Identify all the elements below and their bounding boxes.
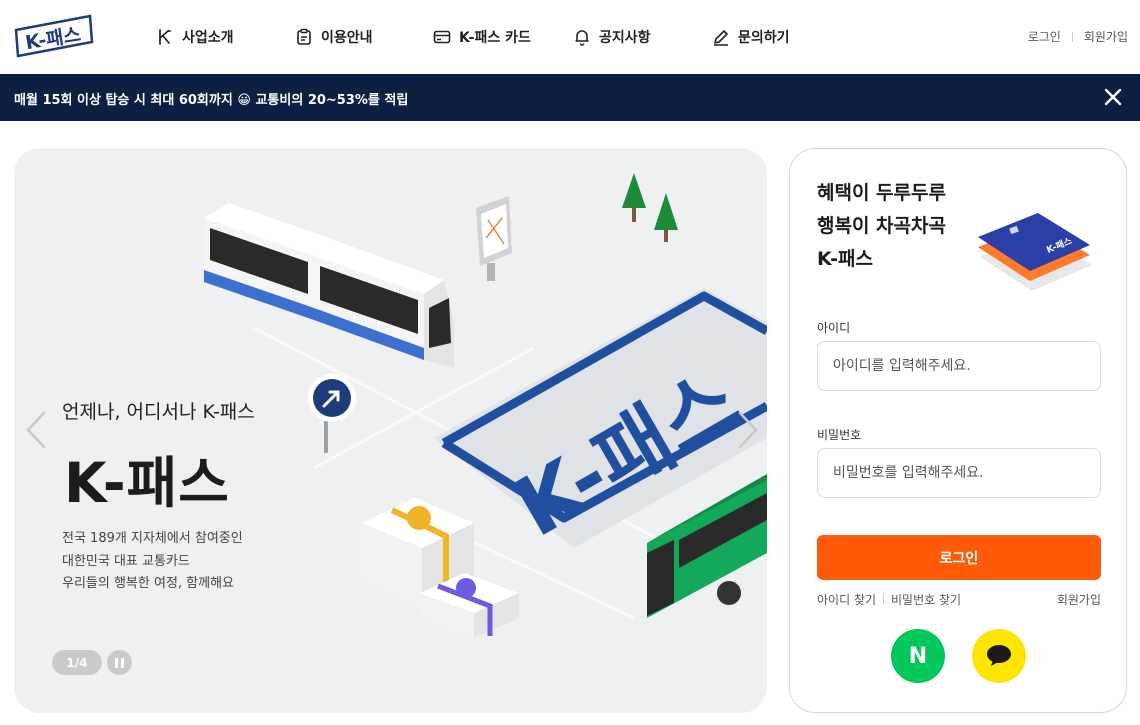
pause-button[interactable] bbox=[107, 650, 132, 675]
map-kiosk-illustration bbox=[476, 196, 512, 281]
signup-link[interactable]: 회원가입 bbox=[1057, 591, 1101, 608]
find-id-link[interactable]: 아이디 찾기 bbox=[817, 593, 876, 607]
divider bbox=[1071, 31, 1073, 42]
card-icon bbox=[433, 30, 451, 44]
nav-guide[interactable]: 이용안내 bbox=[295, 24, 373, 50]
find-password-link[interactable]: 비밀번호 찾기 bbox=[891, 593, 961, 607]
password-label: 비밀번호 bbox=[817, 428, 862, 442]
utility-links: 로그인 회원가입 bbox=[1028, 28, 1128, 45]
naver-icon: N bbox=[908, 643, 928, 669]
bell-icon bbox=[575, 30, 589, 46]
hero-subtitle: 언제나, 어디서나 K-패스 bbox=[62, 401, 255, 423]
nav-guide-label: 이용안내 bbox=[321, 30, 373, 46]
kakao-chat-icon bbox=[987, 645, 1011, 666]
nav-about[interactable]: 사업소개 bbox=[156, 24, 234, 50]
nav-inquiry-label: 문의하기 bbox=[738, 30, 790, 46]
nav-card[interactable]: K-패스 카드 bbox=[433, 24, 531, 50]
promo-line: 행복이 차곡차곡 bbox=[817, 215, 946, 237]
nav-card-label: K-패스 카드 bbox=[459, 30, 531, 46]
promo-line: 혜택이 두루두루 bbox=[817, 182, 946, 204]
promo-banner: 매월 15회 이상 탑승 시 최대 60회까지 😀 교통비의 20~53%를 적… bbox=[0, 74, 1140, 121]
site-header: K-패스 사업소개 이용안내 K-패스 카드 공지사항 문의하기 로그인 회원가… bbox=[0, 0, 1140, 74]
nav-notice[interactable]: 공지사항 bbox=[573, 24, 651, 50]
id-label: 아이디 bbox=[817, 321, 851, 335]
header-signup-link[interactable]: 회원가입 bbox=[1084, 28, 1128, 45]
promo-line: K-패스 bbox=[817, 248, 873, 270]
password-input[interactable] bbox=[817, 448, 1101, 498]
nav-about-label: 사업소개 bbox=[182, 30, 234, 46]
login-button[interactable]: 로그인 bbox=[817, 535, 1101, 580]
hero-title: K-패스 bbox=[64, 451, 230, 515]
gift-box-illustration bbox=[362, 498, 519, 638]
k-logo-icon bbox=[159, 29, 171, 45]
smile-emoji-icon: 😀 bbox=[237, 93, 251, 108]
hero-desc-line: 우리들의 행복한 여정, 함께해요 bbox=[62, 576, 235, 591]
hero-slider: K-패스 언제나, 어디서나 K-패스 K-패스 전국 189개 지자체에서 참… bbox=[14, 148, 767, 713]
next-slide-button[interactable] bbox=[736, 408, 760, 452]
login-promo: 혜택이 두루두루 행복이 차곡차곡 K-패스 bbox=[817, 177, 946, 276]
slide-pager: 1/4 bbox=[52, 650, 102, 675]
prev-slide-button[interactable] bbox=[22, 408, 46, 452]
id-input[interactable] bbox=[817, 341, 1101, 391]
pause-icon bbox=[115, 657, 118, 668]
hero-desc-line: 대한민국 대표 교통카드 bbox=[62, 553, 190, 569]
pencil-icon bbox=[714, 30, 728, 46]
account-links: 아이디 찾기 비밀번호 찾기 회원가입 bbox=[817, 591, 1101, 608]
k-pass-card-illustration: K-패스 bbox=[978, 213, 1092, 291]
login-panel: 혜택이 두루두루 행복이 차곡차곡 K-패스 K-패스 아이디 비밀번호 로그인… bbox=[789, 148, 1127, 713]
tram-illustration bbox=[204, 203, 454, 368]
banner-text-before: 매월 15회 이상 탑승 시 최대 60회까지 bbox=[14, 93, 233, 108]
close-icon[interactable] bbox=[1102, 86, 1124, 108]
hero-description: 전국 189개 지자체에서 참여중인 대한민국 대표 교통카드 우리들의 행복한… bbox=[62, 528, 362, 596]
naver-login-button[interactable]: N bbox=[891, 629, 945, 683]
banner-text-after: 교통비의 20~53%를 적립 bbox=[255, 93, 409, 108]
banner-text: 매월 15회 이상 탑승 시 최대 60회까지 😀 교통비의 20~53%를 적… bbox=[14, 89, 408, 108]
nav-notice-label: 공지사항 bbox=[599, 30, 651, 46]
nav-inquiry[interactable]: 문의하기 bbox=[712, 24, 790, 50]
tree-illustration bbox=[622, 173, 678, 242]
header-login-link[interactable]: 로그인 bbox=[1028, 28, 1061, 45]
divider bbox=[883, 594, 885, 604]
kakao-login-button[interactable] bbox=[972, 629, 1026, 683]
direction-sign-illustration bbox=[308, 374, 356, 453]
hero-illustration: K-패스 bbox=[26, 173, 767, 638]
hero-desc-line: 전국 189개 지자체에서 참여중인 bbox=[62, 531, 243, 546]
k-pass-logo[interactable]: K-패스 bbox=[12, 12, 96, 62]
clipboard-icon bbox=[297, 28, 311, 45]
